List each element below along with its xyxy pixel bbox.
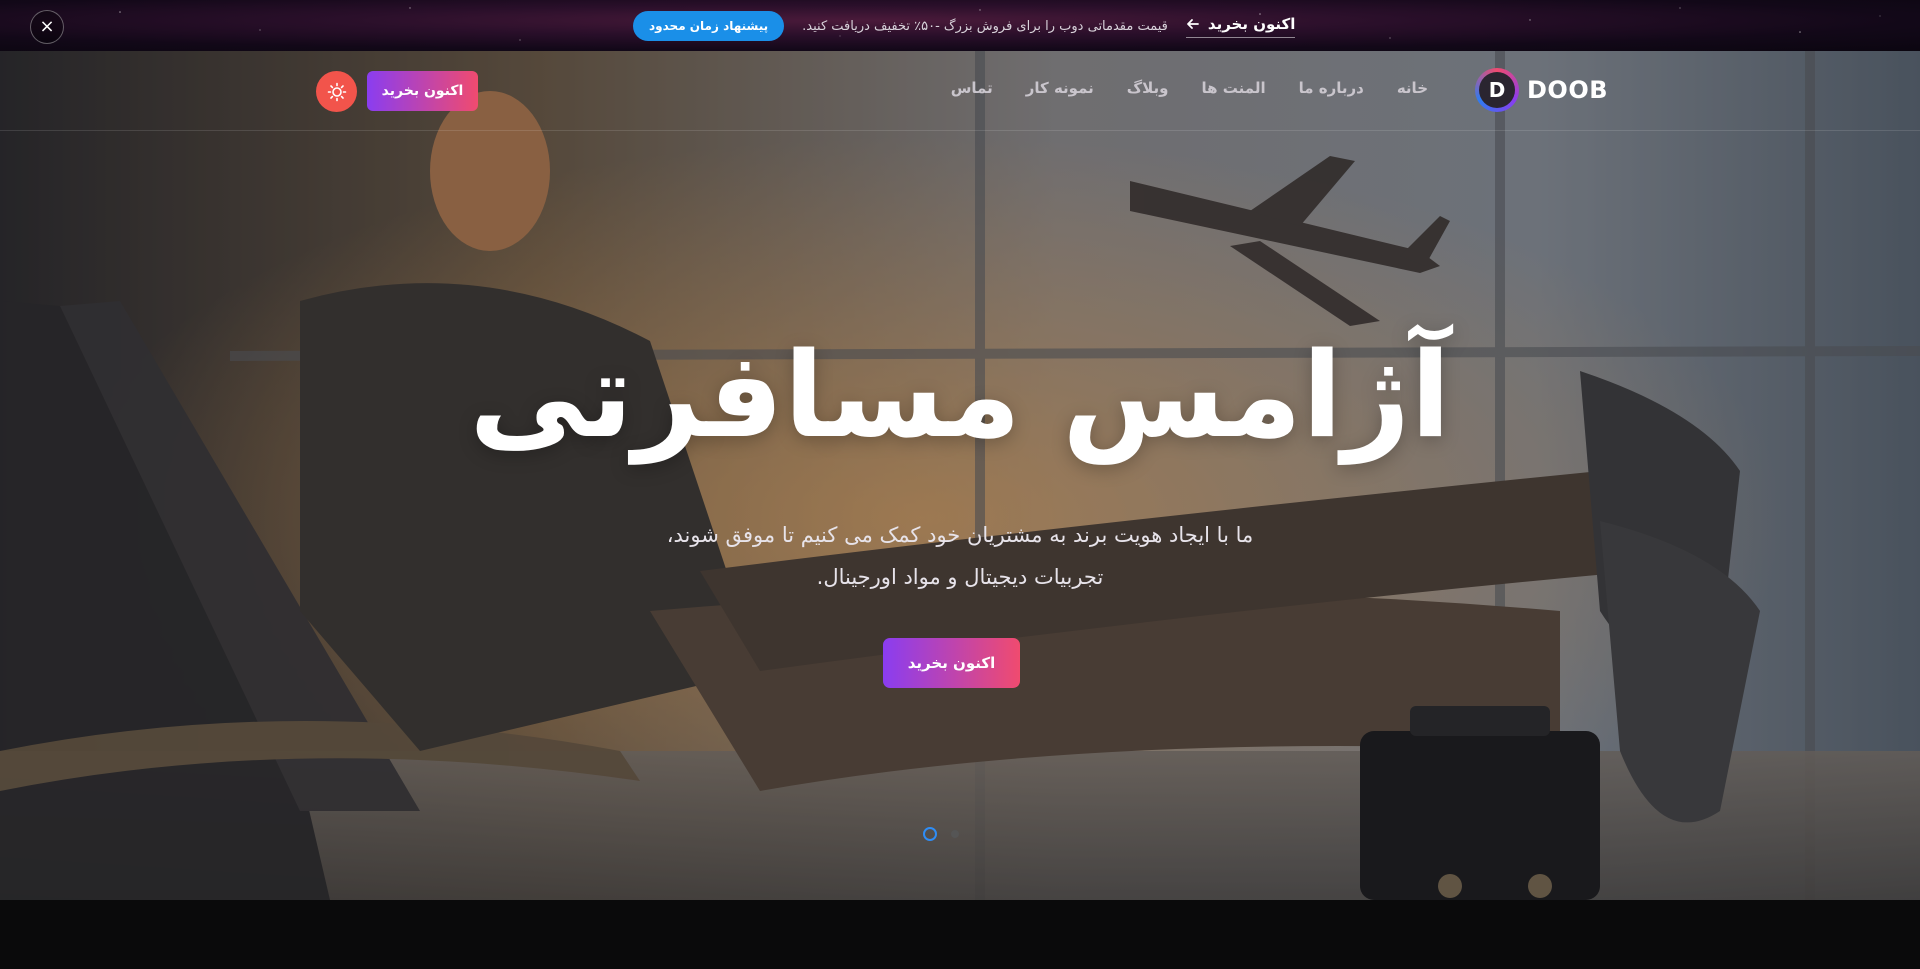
- hero-slider: D DOOB خانه درباره ما المنت ها وبلاگ نمو…: [0, 51, 1920, 900]
- sun-icon: [327, 82, 346, 101]
- nav-item-about[interactable]: درباره ما: [1299, 79, 1364, 97]
- promo-buy-link[interactable]: اکنون بخرید: [1185, 14, 1296, 38]
- hero-subtitle-line-1: ما با ایجاد هویت برند به مشتریان خود کمک…: [666, 523, 1254, 547]
- slider-dot-1[interactable]: [923, 827, 937, 841]
- promo-bar: × پیشنهاد زمان محدود قیمت مقدماتی دوب را…: [0, 0, 1920, 51]
- nav-item-elements[interactable]: المنت ها: [1202, 79, 1266, 97]
- theme-toggle-button[interactable]: [316, 71, 357, 112]
- logo-mark: D: [1475, 68, 1519, 112]
- hero-subtitle: ما با ایجاد هویت برند به مشتریان خود کمک…: [560, 514, 1360, 598]
- close-icon: ×: [39, 16, 55, 37]
- limited-offer-badge: پیشنهاد زمان محدود: [633, 11, 785, 41]
- promo-buy-label: اکنون بخرید: [1207, 14, 1296, 33]
- nav-item-contact[interactable]: تماس: [951, 79, 993, 97]
- close-promo-button[interactable]: ×: [30, 10, 64, 44]
- logo[interactable]: D DOOB: [1475, 68, 1608, 112]
- page-bottom-area: [0, 900, 1920, 969]
- hero-overlay: [0, 51, 1920, 900]
- promo-text: قیمت مقدماتی دوب را برای فروش بزرگ -۵۰٪ …: [802, 18, 1168, 34]
- hero-subtitle-line-2: تجربیات دیجیتال و مواد اورجینال.: [816, 565, 1104, 589]
- slider-dot-2[interactable]: [951, 830, 959, 838]
- promo-content: پیشنهاد زمان محدود قیمت مقدماتی دوب را ب…: [633, 10, 1296, 42]
- nav-item-blog[interactable]: وبلاگ: [1127, 79, 1169, 97]
- nav-item-home[interactable]: خانه: [1397, 79, 1428, 97]
- nav-item-portfolio[interactable]: نمونه کار: [1026, 79, 1094, 97]
- header-buy-button[interactable]: اکنون بخرید: [367, 71, 478, 111]
- slider-dots: [923, 827, 959, 841]
- hero-buy-button[interactable]: اکنون بخرید: [883, 638, 1020, 688]
- logo-text: DOOB: [1527, 76, 1609, 104]
- hero-title: آژامس مسافرتی: [469, 326, 1451, 464]
- logo-letter: D: [1479, 72, 1515, 108]
- arrow-left-icon: [1187, 18, 1199, 29]
- site-header: D DOOB خانه درباره ما المنت ها وبلاگ نمو…: [0, 51, 1920, 131]
- main-nav: خانه درباره ما المنت ها وبلاگ نمونه کار …: [951, 79, 1428, 97]
